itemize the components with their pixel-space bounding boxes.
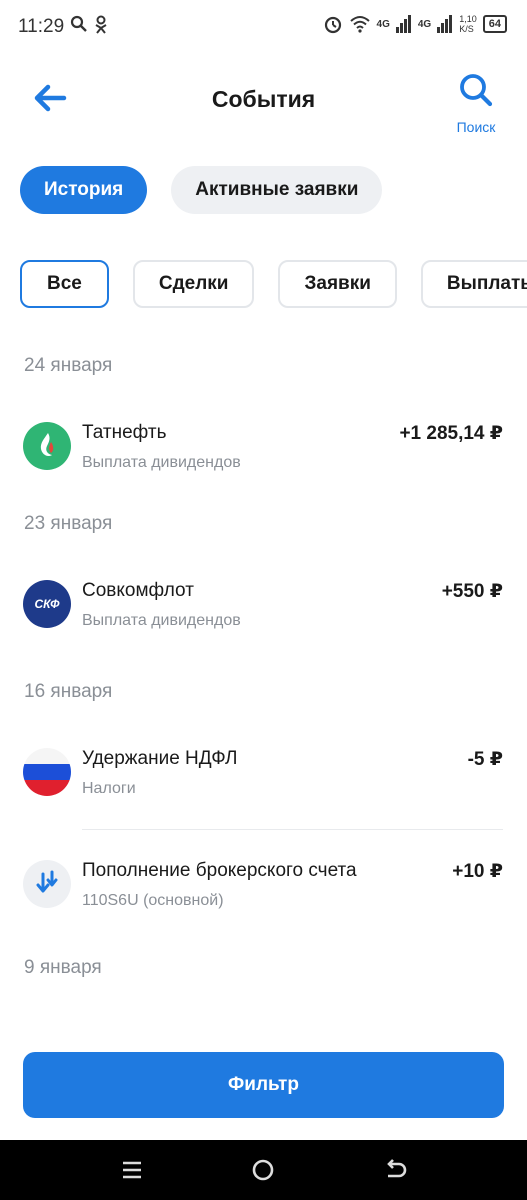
deposit-arrows-icon xyxy=(23,860,71,908)
event-subtitle: Выплата дивидендов xyxy=(82,454,241,471)
chip-deals[interactable]: Сделки xyxy=(132,260,255,308)
sovcomflot-logo: СКФ xyxy=(23,580,71,628)
header: События Поиск xyxy=(0,60,527,140)
list-item[interactable]: Татнефть Выплата дивидендов +1 285,14 ₽ xyxy=(0,392,527,498)
russian-flag-icon xyxy=(23,748,71,796)
event-subtitle: 110S6U (основной) xyxy=(82,892,224,909)
list-item[interactable]: Пополнение брокерского счета 110S6U (осн… xyxy=(0,830,527,942)
event-subtitle: Выплата дивидендов xyxy=(82,612,241,629)
tab-active-orders[interactable]: Активные заявки xyxy=(171,166,383,214)
chip-all[interactable]: Все xyxy=(20,260,109,308)
signal-icon xyxy=(395,15,411,33)
events-list: 24 января Татнефть Выплата дивидендов +1… xyxy=(0,340,527,994)
date-header: 9 января xyxy=(24,957,102,978)
event-subtitle: Налоги xyxy=(82,780,136,797)
signal-icon-2 xyxy=(437,15,453,33)
search-button[interactable]: Поиск xyxy=(451,72,501,135)
tatneft-logo xyxy=(23,422,71,470)
home-button[interactable] xyxy=(247,1154,279,1186)
event-amount: -5 ₽ xyxy=(467,749,503,770)
page-title: События xyxy=(211,86,316,112)
network-4g-2: 4G xyxy=(417,18,432,30)
event-name: Пополнение брокерского счета xyxy=(82,860,357,881)
status-time: 11:29 xyxy=(18,16,65,37)
battery-indicator: 64 xyxy=(482,15,507,33)
date-header: 24 января xyxy=(24,355,113,376)
back-nav-icon xyxy=(387,1159,407,1178)
net-speed-unit: K/S xyxy=(459,24,474,34)
list-item[interactable]: Удержание НДФЛ Налоги -5 ₽ xyxy=(0,718,527,830)
home-circle-icon xyxy=(252,1159,274,1181)
wifi-icon xyxy=(349,16,370,33)
system-nav-bar xyxy=(0,1140,527,1200)
odnoklassniki-icon xyxy=(95,15,107,34)
filter-chips: Все Сделки Заявки Выплаты xyxy=(20,260,527,308)
net-speed: 1,10 K/S xyxy=(459,14,477,34)
date-header: 23 января xyxy=(24,513,113,534)
event-amount: +550 ₽ xyxy=(441,581,503,602)
net-speed-value: 1,10 xyxy=(459,14,477,24)
alarm-icon xyxy=(324,16,341,34)
flame-icon xyxy=(40,433,54,457)
search-label: Поиск xyxy=(456,119,496,135)
chip-orders[interactable]: Заявки xyxy=(278,260,397,308)
search-notification-icon xyxy=(70,15,87,32)
event-name: Удержание НДФЛ xyxy=(82,748,238,769)
event-amount: +10 ₽ xyxy=(452,861,503,882)
filter-button[interactable]: Фильтр xyxy=(23,1052,504,1118)
search-icon xyxy=(460,74,493,107)
event-name: Совкомфлот xyxy=(82,580,194,601)
list-item[interactable]: СКФ Совкомфлот Выплата дивидендов +550 ₽ xyxy=(0,550,527,666)
tab-history[interactable]: История xyxy=(20,166,148,214)
network-4g-1: 4G xyxy=(376,18,390,30)
date-header: 16 января xyxy=(24,681,113,702)
status-bar: 11:29 4G 4G 1,10 K/S 64 xyxy=(0,0,527,52)
back-nav-button[interactable] xyxy=(379,1154,411,1186)
menu-button[interactable] xyxy=(116,1154,148,1186)
chip-payouts[interactable]: Выплаты xyxy=(420,260,527,308)
event-amount: +1 285,14 ₽ xyxy=(399,423,503,444)
event-name: Татнефть xyxy=(82,422,167,443)
sovcomflot-logo-text: СКФ xyxy=(34,597,60,611)
menu-icon xyxy=(123,1161,141,1179)
main-tabs: История Активные заявки xyxy=(20,166,383,214)
